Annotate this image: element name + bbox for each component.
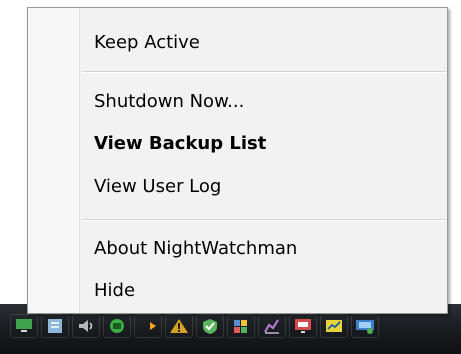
volume-graph-icon[interactable] — [320, 314, 348, 338]
speaker-icon[interactable] — [72, 314, 100, 338]
hide-menu-item[interactable]: Hide — [94, 276, 135, 306]
tray-context-menu: Keep Active Shutdown Now... View Backup … — [27, 7, 448, 314]
green-pc-icon[interactable] — [10, 314, 38, 338]
menu-separator — [82, 71, 446, 73]
menu-separator — [82, 219, 446, 221]
flag-icon[interactable] — [227, 314, 255, 338]
chart-icon[interactable] — [258, 314, 286, 338]
warning-icon[interactable] — [165, 314, 193, 338]
display-icon[interactable] — [289, 314, 317, 338]
shield-icon[interactable] — [196, 314, 224, 338]
screen: Keep Active Shutdown Now... View Backup … — [0, 0, 461, 354]
monitor-network-icon[interactable] — [351, 314, 379, 338]
view-user-log-menu-item[interactable]: View User Log — [94, 172, 221, 202]
arrow-icon[interactable] — [134, 314, 162, 338]
system-tray — [10, 310, 461, 342]
keep-active-menu-item[interactable]: Keep Active — [94, 28, 200, 58]
view-backup-list-menu-item[interactable]: View Backup List — [94, 129, 266, 159]
network-icon[interactable] — [103, 314, 131, 338]
document-icon[interactable] — [41, 314, 69, 338]
shutdown-now-menu-item[interactable]: Shutdown Now... — [94, 87, 244, 117]
menu-gutter — [28, 8, 80, 313]
about-nightwatchman-menu-item[interactable]: About NightWatchman — [94, 234, 297, 264]
